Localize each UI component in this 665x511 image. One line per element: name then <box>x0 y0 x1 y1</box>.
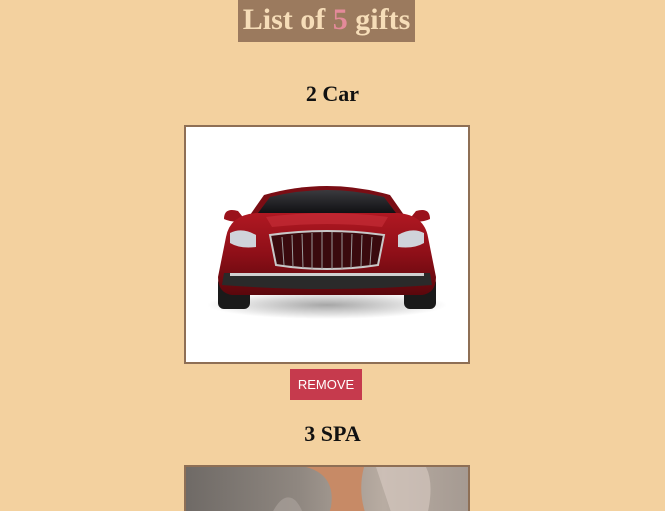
title-suffix: gifts <box>347 3 411 36</box>
page-title: List of 5 gifts <box>238 0 415 42</box>
gift-name: SPA <box>320 421 361 446</box>
remove-button[interactable]: REMOVE <box>290 369 362 400</box>
car-image-frame <box>184 125 470 364</box>
gift-heading-car: 2 Car <box>0 81 665 107</box>
spa-image <box>186 467 468 511</box>
title-prefix: List of <box>242 3 333 36</box>
spa-image-frame <box>184 465 470 511</box>
gift-heading-spa: 3 SPA <box>0 421 665 447</box>
gift-number: 2 <box>305 81 317 106</box>
car-image <box>186 127 468 362</box>
gift-name: Car <box>322 81 360 106</box>
gift-number: 3 <box>304 421 316 446</box>
gift-count: 5 <box>332 3 348 36</box>
